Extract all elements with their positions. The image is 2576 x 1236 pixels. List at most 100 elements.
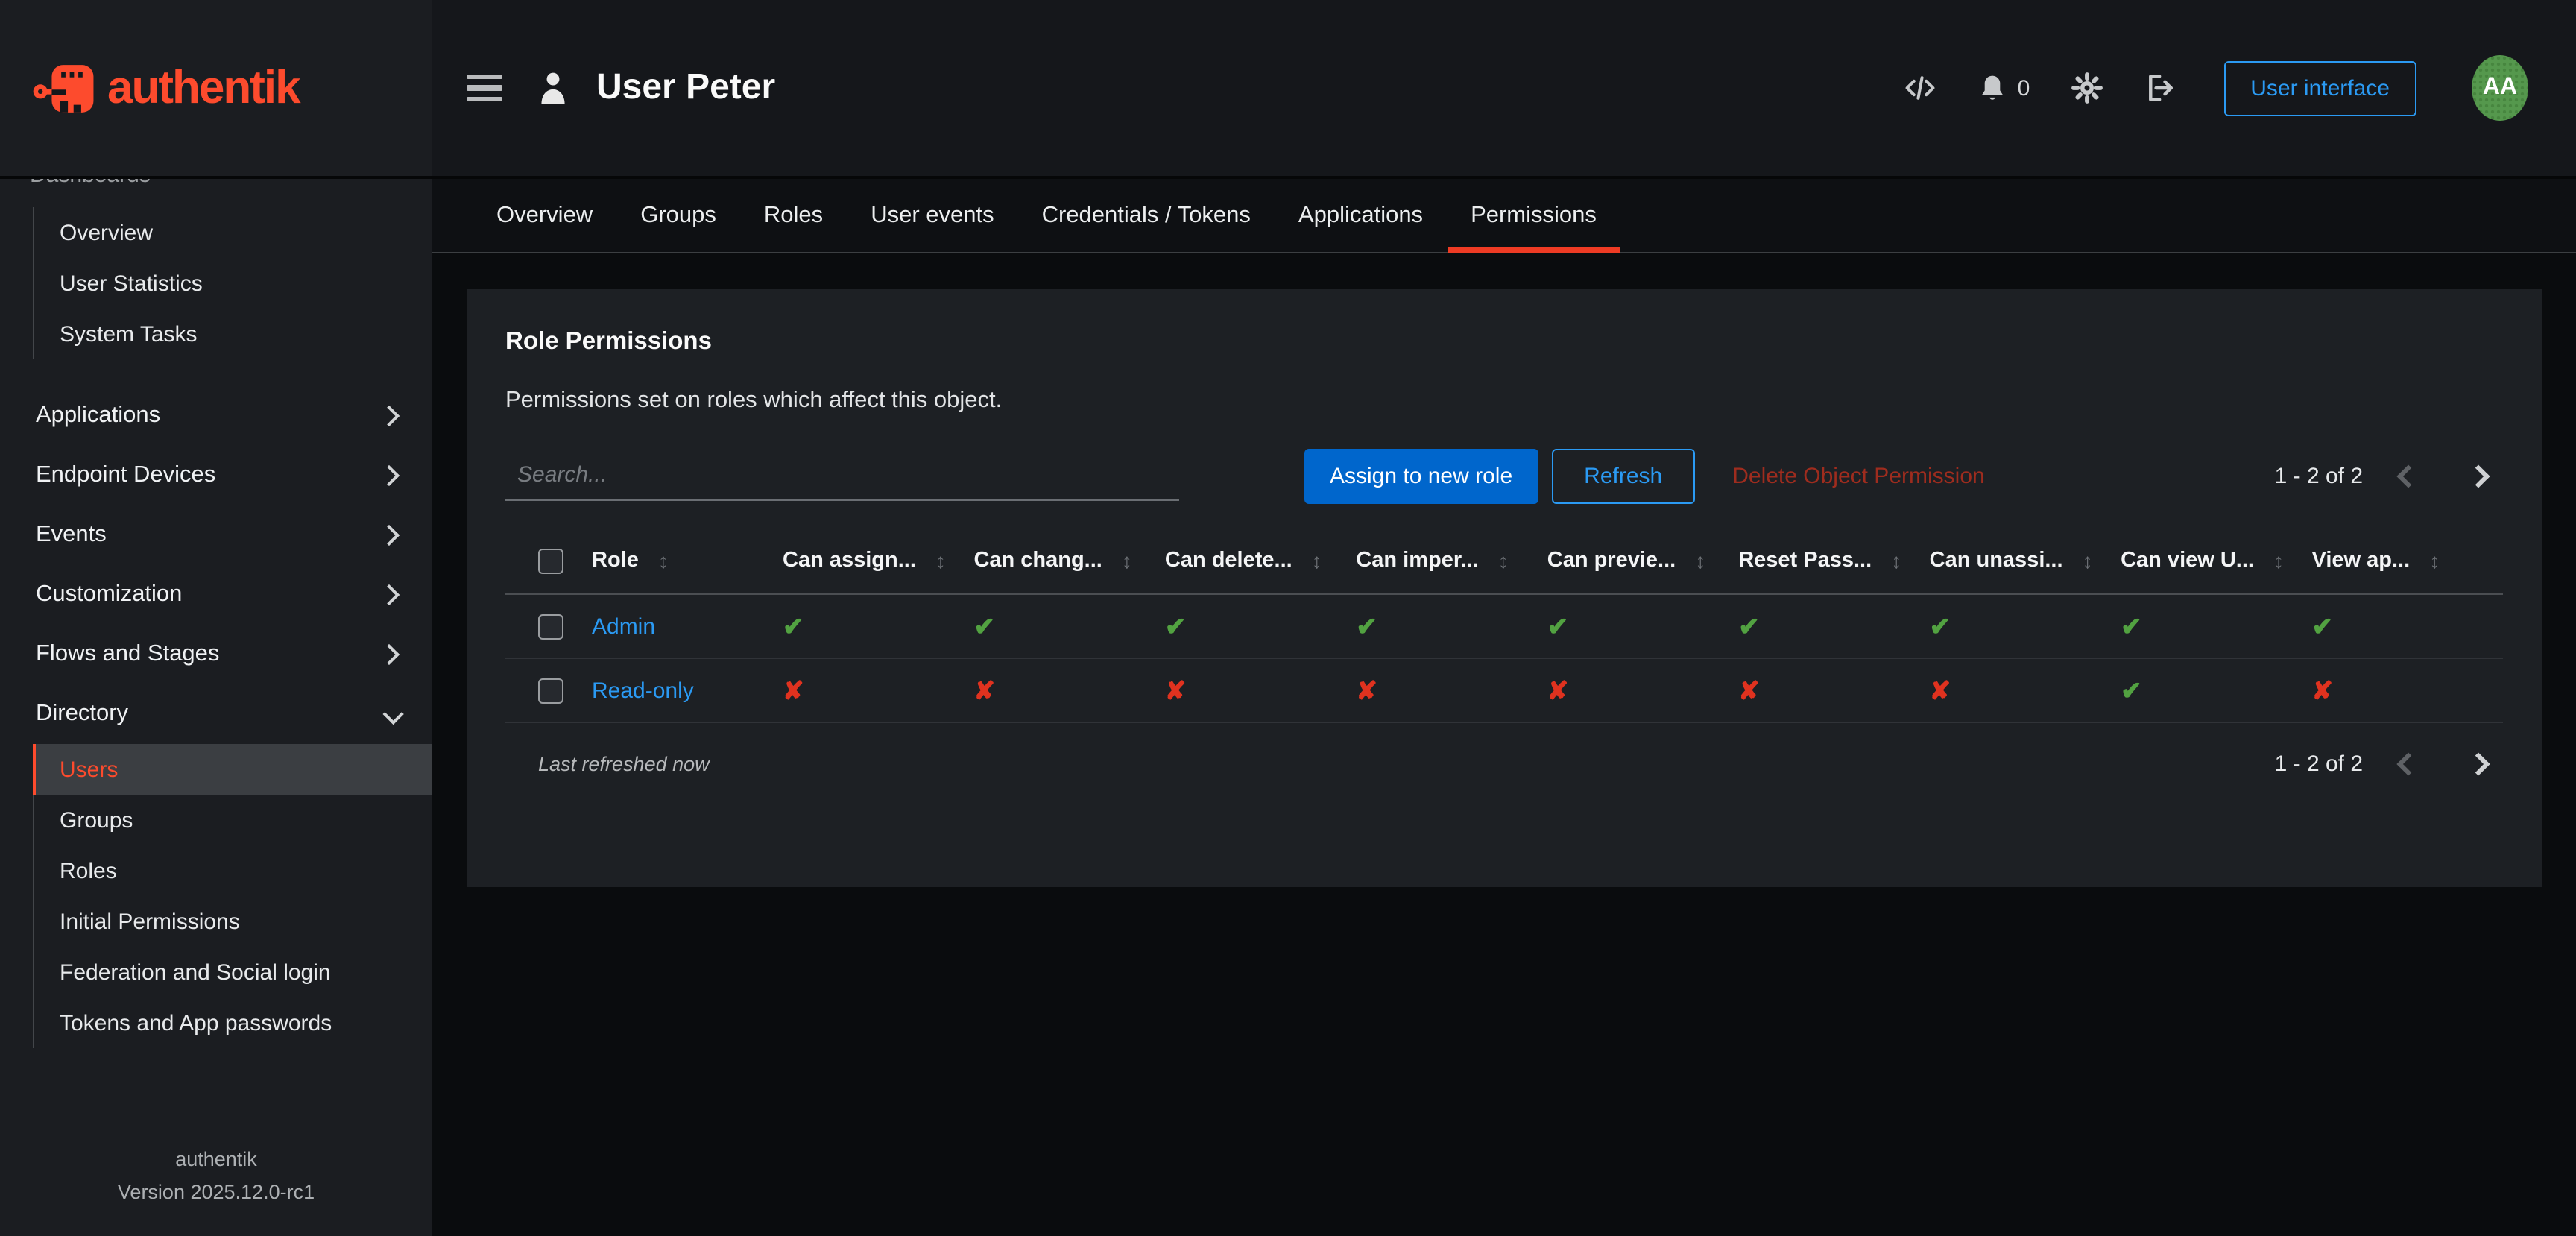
tab-groups[interactable]: Groups bbox=[616, 179, 740, 252]
tab-applications[interactable]: Applications bbox=[1275, 179, 1447, 252]
permission-check-icon bbox=[1356, 614, 1547, 639]
column-header: Can chang...↕ bbox=[973, 549, 1164, 573]
avatar[interactable]: AA bbox=[2472, 55, 2528, 121]
pagination-top: 1 - 2 of 2 bbox=[2275, 458, 2503, 494]
permission-cross-icon bbox=[1738, 678, 1929, 703]
refresh-button[interactable]: Refresh bbox=[1551, 448, 1695, 503]
sidebar-item-federation-social-login[interactable]: Federation and Social login bbox=[33, 947, 432, 997]
permission-cross-icon bbox=[1165, 678, 1356, 703]
sidebar-item-directory[interactable]: Directory bbox=[0, 684, 432, 744]
table-row: Read-only bbox=[505, 659, 2503, 723]
sign-out-icon[interactable] bbox=[2143, 72, 2177, 104]
sidebar-item-user-statistics[interactable]: User Statistics bbox=[33, 258, 432, 309]
column-header: Can previe...↕ bbox=[1547, 549, 1738, 573]
select-all-checkbox[interactable] bbox=[538, 548, 564, 573]
dashboards-subgroup: Overview User Statistics System Tasks bbox=[33, 207, 432, 359]
permission-check-icon bbox=[2121, 678, 2311, 703]
brand-area[interactable]: authentik bbox=[0, 0, 432, 176]
sidebar-item-customization[interactable]: Customization bbox=[0, 565, 432, 625]
row-checkbox[interactable] bbox=[538, 678, 564, 703]
column-header: Can imper...↕ bbox=[1356, 549, 1547, 573]
chevron-right-icon bbox=[379, 465, 400, 486]
role-link[interactable]: Admin bbox=[592, 614, 783, 639]
tab-user-events[interactable]: User events bbox=[847, 179, 1017, 252]
tab-credentials-tokens[interactable]: Credentials / Tokens bbox=[1018, 179, 1275, 252]
user-tabs: Overview Groups Roles User events Creden… bbox=[432, 179, 2576, 253]
chevron-right-icon bbox=[379, 525, 400, 546]
tab-content: Role Permissions Permissions set on role… bbox=[432, 253, 2576, 1236]
pagination-bottom: 1 - 2 of 2 bbox=[2275, 745, 2503, 781]
search-input[interactable] bbox=[505, 450, 1179, 501]
page-title: User Peter bbox=[596, 67, 775, 109]
permission-check-icon bbox=[2312, 614, 2503, 639]
user-icon bbox=[537, 70, 569, 106]
column-header: Reset Pass...↕ bbox=[1738, 549, 1929, 573]
column-header: Can delete...↕ bbox=[1165, 549, 1356, 573]
permission-cross-icon bbox=[783, 678, 973, 703]
delete-object-permission-button[interactable]: Delete Object Permission bbox=[1732, 463, 1984, 488]
main-area: Overview Groups Roles User events Creden… bbox=[432, 179, 2576, 1236]
sidebar-item-tokens-app-passwords[interactable]: Tokens and App passwords bbox=[33, 997, 432, 1048]
notifications-bell-icon[interactable]: 0 bbox=[1979, 72, 2030, 104]
role-link[interactable]: Read-only bbox=[592, 678, 783, 703]
sidebar-item-overview[interactable]: Overview bbox=[33, 207, 432, 258]
footer-app-name: authentik bbox=[0, 1144, 432, 1176]
tab-permissions[interactable]: Permissions bbox=[1447, 179, 1620, 252]
user-interface-button[interactable]: User interface bbox=[2223, 60, 2416, 116]
sidebar-item-applications[interactable]: Applications bbox=[0, 386, 432, 446]
top-header: authentik User Peter bbox=[0, 0, 2576, 179]
column-header: Can view U...↕ bbox=[2121, 549, 2311, 573]
chevron-right-icon[interactable] bbox=[2452, 745, 2503, 781]
authentik-admin-window: authentik User Peter bbox=[0, 0, 2576, 1236]
permission-check-icon bbox=[1930, 614, 2121, 639]
tab-roles[interactable]: Roles bbox=[740, 179, 847, 252]
role-permissions-card: Role Permissions Permissions set on role… bbox=[467, 289, 2542, 887]
sidebar-item-initial-permissions[interactable]: Initial Permissions bbox=[33, 896, 432, 947]
chevron-left-icon[interactable] bbox=[2382, 745, 2433, 781]
chevron-right-icon bbox=[379, 584, 400, 605]
permission-check-icon bbox=[2121, 614, 2311, 639]
sidebar-item-endpoint-devices[interactable]: Endpoint Devices bbox=[0, 446, 432, 505]
sort-icon[interactable]: ↕ bbox=[2273, 549, 2284, 573]
permission-cross-icon bbox=[1930, 678, 2121, 703]
sidebar-item-users[interactable]: Users bbox=[33, 744, 432, 795]
footer-version: Version 2025.12.0-rc1 bbox=[0, 1176, 432, 1209]
row-checkbox[interactable] bbox=[538, 614, 564, 639]
authentik-logo-icon bbox=[33, 62, 95, 114]
sidebar-item-roles[interactable]: Roles bbox=[33, 845, 432, 896]
sidebar-item-groups[interactable]: Groups bbox=[33, 795, 432, 845]
sort-icon[interactable]: ↕ bbox=[658, 549, 669, 573]
column-header: Can assign...↕ bbox=[783, 549, 973, 573]
settings-gear-icon[interactable] bbox=[2070, 72, 2103, 104]
api-code-icon[interactable] bbox=[1903, 72, 1939, 104]
card-description: Permissions set on roles which affect th… bbox=[505, 388, 2503, 414]
sort-icon[interactable]: ↕ bbox=[1122, 549, 1132, 573]
sort-icon[interactable]: ↕ bbox=[2083, 549, 2093, 573]
table-toolbar: Assign to new role Refresh Delete Object… bbox=[505, 447, 2503, 504]
sort-icon[interactable]: ↕ bbox=[1695, 549, 1705, 573]
pagination-label: 1 - 2 of 2 bbox=[2275, 463, 2363, 488]
sort-icon[interactable]: ↕ bbox=[935, 549, 946, 573]
last-refreshed-label: Last refreshed now bbox=[538, 752, 710, 775]
sort-icon[interactable]: ↕ bbox=[1312, 549, 1322, 573]
sort-icon[interactable]: ↕ bbox=[1498, 549, 1509, 573]
sort-icon[interactable]: ↕ bbox=[2429, 549, 2440, 573]
sidebar-item-flows-and-stages[interactable]: Flows and Stages bbox=[0, 625, 432, 684]
hamburger-menu-icon[interactable] bbox=[467, 75, 502, 102]
assign-to-new-role-button[interactable]: Assign to new role bbox=[1304, 448, 1538, 503]
permission-check-icon bbox=[1547, 614, 1738, 639]
table-header-row: Role↕ Can assign...↕ Can chang...↕ Can d… bbox=[505, 528, 2503, 595]
chevron-right-icon bbox=[379, 644, 400, 665]
sidebar-item-events[interactable]: Events bbox=[0, 505, 432, 565]
chevron-right-icon[interactable] bbox=[2452, 458, 2503, 494]
permission-check-icon bbox=[783, 614, 973, 639]
sort-icon[interactable]: ↕ bbox=[1891, 549, 1901, 573]
sidebar-nav: Dashboards Overview User Statistics Syst… bbox=[0, 179, 432, 1236]
sidebar-item-system-tasks[interactable]: System Tasks bbox=[33, 309, 432, 359]
chevron-left-icon[interactable] bbox=[2382, 458, 2433, 494]
sidebar-group-dashboards: Dashboards bbox=[30, 179, 432, 198]
header-bar: User Peter 0 bbox=[432, 0, 2576, 176]
role-permissions-table: Role↕ Can assign...↕ Can chang...↕ Can d… bbox=[505, 528, 2503, 723]
directory-subgroup: Users Groups Roles Initial Permissions F… bbox=[33, 744, 432, 1048]
tab-overview[interactable]: Overview bbox=[473, 179, 616, 252]
